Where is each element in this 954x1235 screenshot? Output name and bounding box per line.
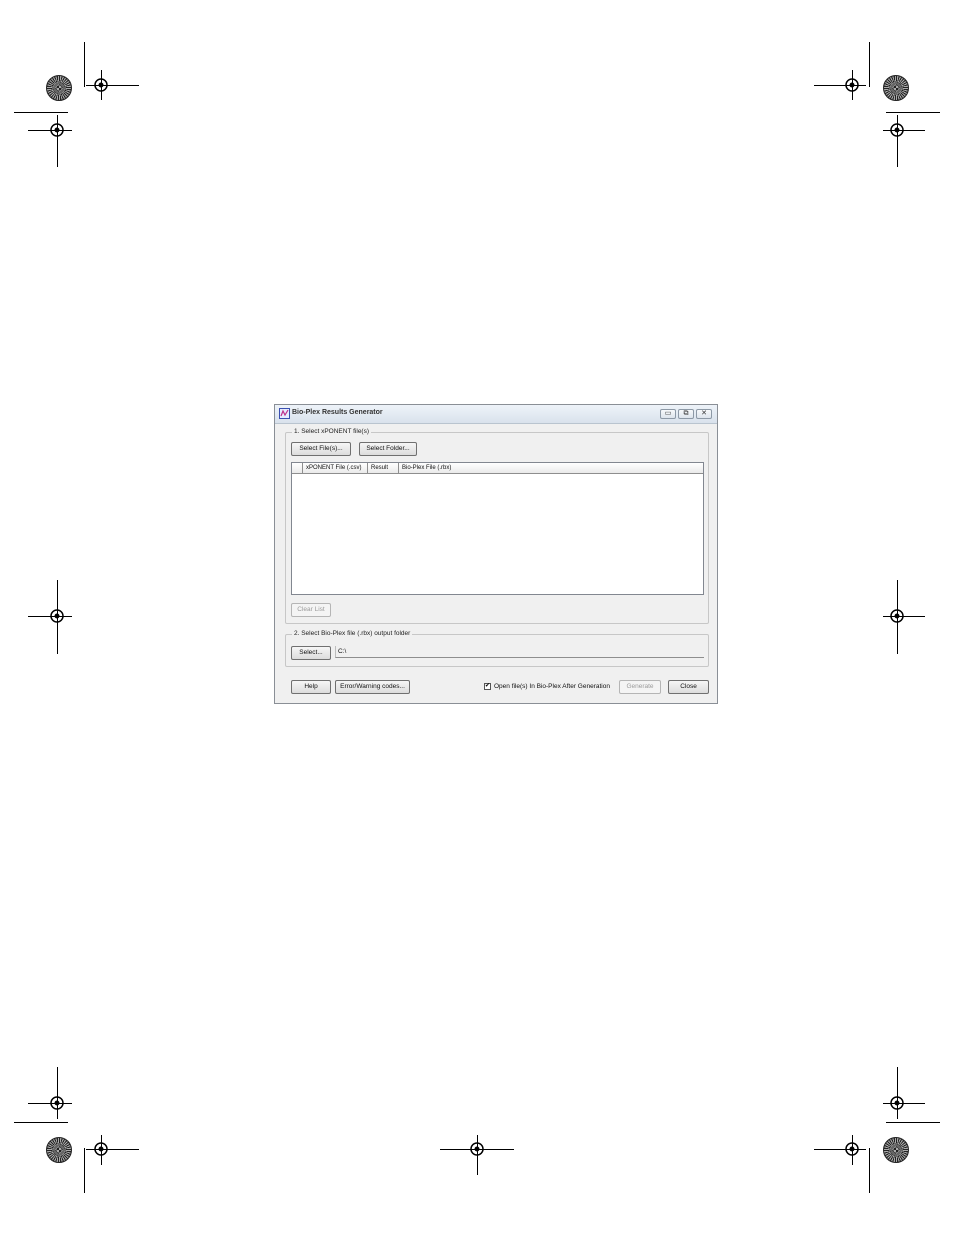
close-window-button[interactable]: ✕ xyxy=(696,409,712,419)
generate-button[interactable]: Generate xyxy=(619,680,661,694)
maximize-button[interactable]: ⧉ xyxy=(678,409,694,419)
select-files-button[interactable]: Select File(s)... xyxy=(291,442,351,456)
column-header-bioplex-file[interactable]: Bio-Plex File (.rbx) xyxy=(399,463,704,473)
title-bar[interactable]: Bio-Plex Results Generator ▭ ⧉ ✕ xyxy=(275,405,717,424)
select-folder-button[interactable]: Select Folder... xyxy=(359,442,417,456)
file-list[interactable]: xPONENT File (.csv) Result Bio-Plex File… xyxy=(291,462,704,595)
app-icon xyxy=(279,408,290,419)
section1-label: 1. Select xPONENT file(s) xyxy=(292,428,372,435)
results-generator-window: Bio-Plex Results Generator ▭ ⧉ ✕ 1. Sele… xyxy=(274,404,718,704)
open-after-generation-label: Open file(s) In Bio-Plex After Generatio… xyxy=(494,683,610,690)
select-xponent-group: 1. Select xPONENT file(s) Select File(s)… xyxy=(285,428,709,624)
file-list-header: xPONENT File (.csv) Result Bio-Plex File… xyxy=(292,463,703,474)
clear-list-button[interactable]: Clear List xyxy=(291,603,331,617)
window-title: Bio-Plex Results Generator xyxy=(292,409,383,416)
close-button[interactable]: Close xyxy=(668,680,709,694)
column-header-xponent-file[interactable]: xPONENT File (.csv) xyxy=(303,463,368,473)
minimize-button[interactable]: ▭ xyxy=(660,409,676,419)
output-path-field[interactable]: C:\ xyxy=(335,646,704,658)
help-button[interactable]: Help xyxy=(291,680,331,694)
error-codes-button[interactable]: Error/Warning codes... xyxy=(335,680,410,694)
column-header-select[interactable] xyxy=(292,463,303,473)
open-after-generation-checkbox[interactable]: ✔ xyxy=(484,683,491,690)
section2-label: 2. Select Bio-Plex file (.rbx) output fo… xyxy=(292,630,413,637)
column-header-result[interactable]: Result xyxy=(368,463,399,473)
output-folder-group: 2. Select Bio-Plex file (.rbx) output fo… xyxy=(285,630,709,667)
select-output-folder-button[interactable]: Select... xyxy=(291,646,331,660)
